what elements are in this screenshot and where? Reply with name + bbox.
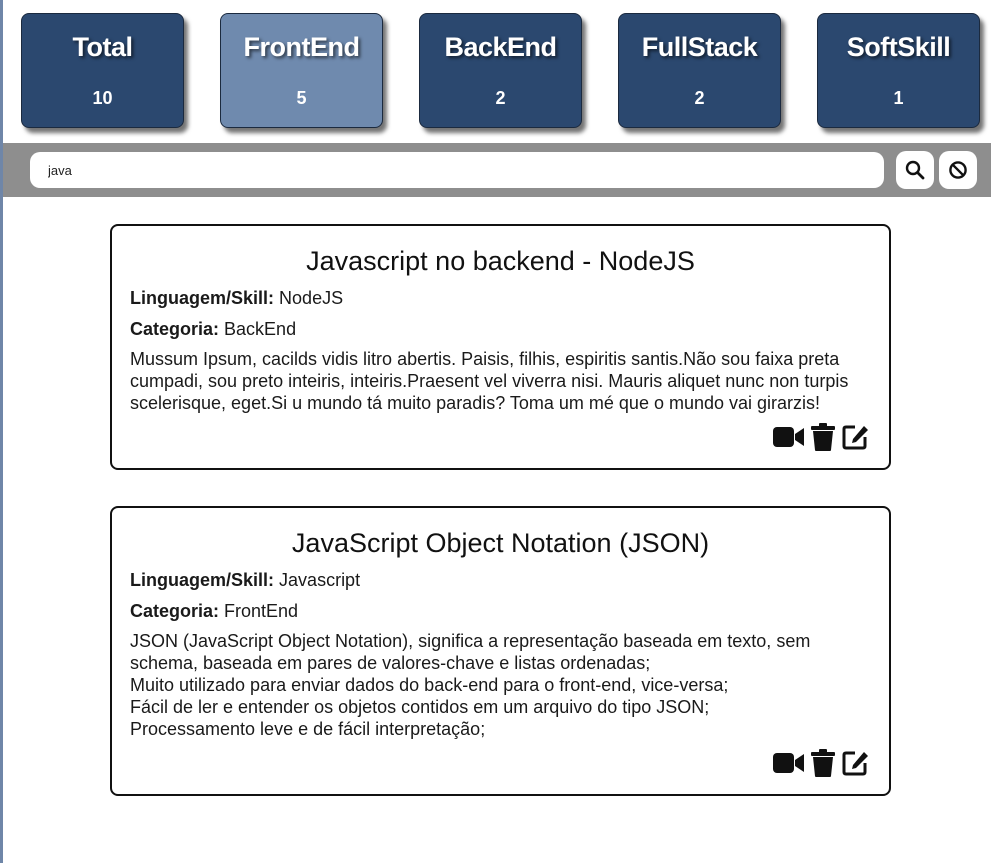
post-description: JSON (JavaScript Object Notation), signi… (130, 631, 811, 739)
search-button[interactable] (896, 151, 934, 189)
search-icon (905, 160, 925, 180)
stat-card-frontend[interactable]: FrontEnd 5 (220, 13, 383, 128)
post-actions (773, 423, 869, 451)
video-icon[interactable] (773, 425, 805, 449)
post-card: Javascript no backend - NodeJS Linguagem… (110, 224, 891, 470)
post-title: Javascript no backend - NodeJS (306, 246, 695, 276)
stat-title: FullStack (641, 32, 758, 62)
post-language: Linguagem/Skill: NodeJS (130, 288, 343, 309)
stat-count: 1 (893, 88, 904, 108)
stat-title: SoftSkill (846, 32, 951, 62)
post-actions (773, 749, 869, 777)
clear-search-button[interactable] (939, 151, 977, 189)
stat-card-total[interactable]: Total 10 (21, 13, 184, 128)
language-value: NodeJS (279, 288, 344, 308)
stat-count: 5 (296, 88, 307, 108)
search-input[interactable] (30, 152, 884, 188)
language-value: Javascript (279, 570, 361, 590)
post-category: Categoria: BackEnd (130, 319, 296, 340)
language-label: Linguagem/Skill: (130, 288, 275, 308)
video-icon[interactable] (773, 751, 805, 775)
stat-card-backend[interactable]: BackEnd 2 (419, 13, 582, 128)
post-title: JavaScript Object Notation (JSON) (291, 528, 710, 558)
stat-card-softskill[interactable]: SoftSkill 1 (817, 13, 980, 128)
stat-title: FrontEnd (243, 32, 360, 62)
stat-title: BackEnd (444, 32, 557, 62)
edit-icon[interactable] (841, 749, 869, 777)
stat-card-fullstack[interactable]: FullStack 2 (618, 13, 781, 128)
stat-count: 2 (495, 88, 506, 108)
trash-icon[interactable] (811, 749, 835, 777)
category-label: Categoria: (130, 601, 220, 621)
search-bar (3, 143, 991, 197)
post-language: Linguagem/Skill: Javascript (130, 570, 360, 591)
left-border (0, 0, 3, 863)
category-label: Categoria: (130, 319, 220, 339)
trash-icon[interactable] (811, 423, 835, 451)
category-value: FrontEnd (224, 601, 299, 621)
edit-icon[interactable] (841, 423, 869, 451)
language-label: Linguagem/Skill: (130, 570, 275, 590)
category-value: BackEnd (224, 319, 297, 339)
post-category: Categoria: FrontEnd (130, 601, 298, 622)
stat-count: 10 (92, 88, 113, 108)
category-stats: Total 10 FrontEnd 5 BackEnd 2 FullStack … (21, 13, 981, 129)
stat-count: 2 (694, 88, 705, 108)
ban-icon (949, 161, 967, 179)
post-description: Mussum Ipsum, cacilds vidis litro aberti… (130, 349, 849, 413)
post-card: JavaScript Object Notation (JSON) Lingua… (110, 506, 891, 796)
stat-title: Total (72, 32, 134, 62)
